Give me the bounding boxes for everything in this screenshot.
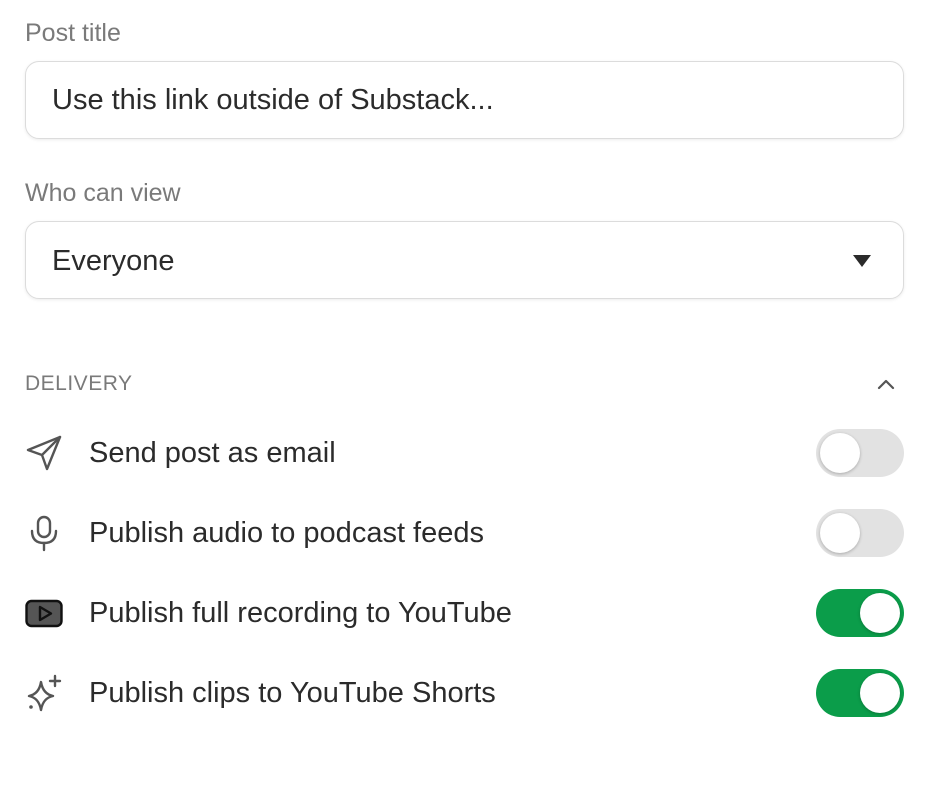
delivery-section-title: DELIVERY: [25, 372, 133, 395]
youtube-shorts-toggle[interactable]: [816, 669, 904, 717]
post-title-input[interactable]: [26, 62, 872, 138]
chevron-up-icon[interactable]: [876, 374, 896, 394]
delivery-row-label: Publish clips to YouTube Shorts: [89, 677, 496, 709]
send-icon: [26, 435, 62, 471]
sparkle-icon: [27, 674, 62, 712]
toggle-knob: [860, 673, 900, 713]
who-can-view-label: Who can view: [25, 179, 181, 207]
post-title-field-box: [25, 61, 904, 139]
microphone-icon: [30, 515, 58, 552]
delivery-row-label: Send post as email: [89, 437, 336, 469]
delivery-row-podcast: Publish audio to podcast feeds: [25, 507, 904, 559]
delivery-row-youtube: Publish full recording to YouTube: [25, 587, 904, 639]
post-title-label: Post title: [25, 19, 121, 47]
toggle-knob: [860, 593, 900, 633]
delivery-row-label: Publish audio to podcast feeds: [89, 517, 484, 549]
caret-down-icon: [853, 255, 871, 267]
youtube-icon: [25, 599, 63, 628]
delivery-section-header: DELIVERY: [25, 368, 904, 400]
who-can-view-select[interactable]: Everyone: [25, 221, 904, 299]
who-can-view-value: Everyone: [52, 245, 175, 277]
delivery-row-email: Send post as email: [25, 427, 904, 479]
podcast-feeds-toggle[interactable]: [816, 509, 904, 557]
delivery-row-label: Publish full recording to YouTube: [89, 597, 512, 629]
toggle-knob: [820, 433, 860, 473]
youtube-recording-toggle[interactable]: [816, 589, 904, 637]
send-email-toggle[interactable]: [816, 429, 904, 477]
toggle-knob: [820, 513, 860, 553]
delivery-row-shorts: Publish clips to YouTube Shorts: [25, 667, 904, 719]
